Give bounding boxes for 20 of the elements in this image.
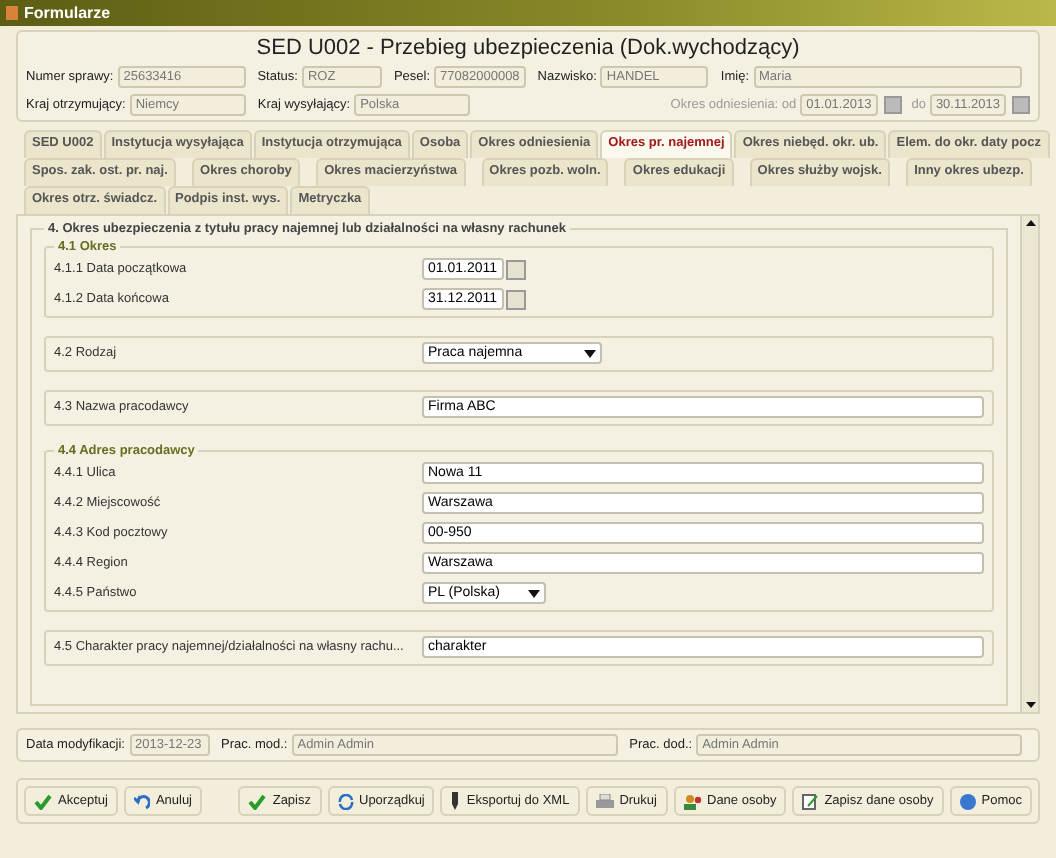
app-icon	[6, 6, 18, 20]
scroll-down-icon	[1025, 702, 1035, 708]
checkmark-icon	[34, 793, 52, 809]
calendar-button[interactable]	[883, 96, 902, 114]
undo-arrow-icon	[133, 793, 150, 809]
printer-icon	[595, 793, 614, 809]
checkmark-icon	[248, 793, 267, 809]
pen-icon	[450, 792, 461, 810]
people-icon	[683, 793, 701, 809]
calendar-button[interactable]	[505, 259, 526, 279]
window-title: Formularze	[24, 4, 111, 22]
calendar-button[interactable]	[1012, 96, 1030, 114]
refresh-icon	[337, 793, 353, 809]
dropdown-arrow-icon	[528, 589, 540, 597]
notepad-icon	[802, 793, 819, 809]
form-title: SED U002 - Przebieg ubezpieczenia (Dok.wychodzący)	[254, 36, 802, 60]
scroll-up-icon	[1025, 220, 1035, 226]
dropdown-arrow-icon	[584, 349, 596, 357]
calendar-button[interactable]	[505, 289, 526, 309]
scrollbar[interactable]	[1020, 216, 1038, 712]
